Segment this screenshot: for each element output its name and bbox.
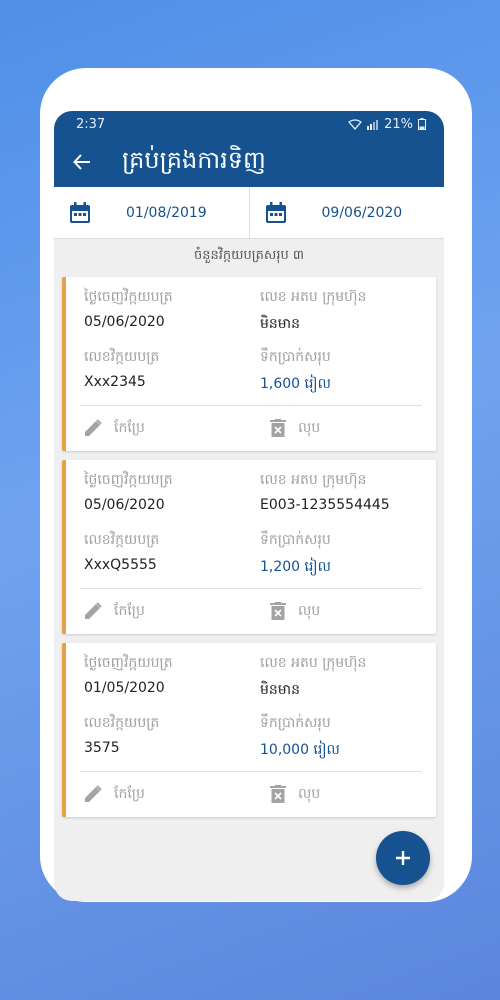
invoice-number-value: 3575 bbox=[84, 740, 120, 756]
delete-button[interactable]: លុប bbox=[270, 596, 320, 626]
total-amount-label: ទឹកប្រាក់សរុប bbox=[260, 715, 331, 731]
invoice-date-value: 05/06/2020 bbox=[84, 314, 165, 330]
invoice-number-label: លេខវិក្កយបត្រ bbox=[84, 349, 160, 365]
total-amount-label: ទឹកប្រាក់សរុប bbox=[260, 532, 331, 548]
invoice-count: ចំនួនវិក្កយបត្រសរុប ៣ bbox=[194, 247, 304, 263]
invoice-card[interactable]: ថ្ងៃចេញវិក្កយបត្រ 01/05/2020 លេខ អតប ក្រ… bbox=[62, 643, 436, 817]
invoice-date-value: 05/06/2020 bbox=[84, 497, 165, 513]
app-bar: 2:37 21% គ្រប់គ្រងការទិញ bbox=[54, 111, 444, 187]
total-amount-label: ទឹកប្រាក់សរុប bbox=[260, 349, 331, 365]
company-vat-label: លេខ អតប ក្រុមហ៊ុន bbox=[260, 472, 367, 488]
trash-icon bbox=[270, 602, 286, 620]
invoice-card[interactable]: ថ្ងៃចេញវិក្កយបត្រ 05/06/2020 លេខ អតប ក្រ… bbox=[62, 460, 436, 634]
date-range-bar: 01/08/2019 09/06/2020 bbox=[54, 187, 444, 239]
edit-label: កែប្រែ bbox=[114, 785, 145, 802]
invoice-number-label: លេខវិក្កយបត្រ bbox=[84, 532, 160, 548]
date-from-value: 01/08/2019 bbox=[126, 204, 207, 221]
invoice-date-label: ថ្ងៃចេញវិក្កយបត្រ bbox=[84, 472, 173, 488]
app-screen: 2:37 21% គ្រប់គ្រងការទិញ 01/08/2019 09/0… bbox=[54, 111, 444, 901]
delete-label: លុប bbox=[298, 785, 321, 802]
delete-button[interactable]: លុប bbox=[270, 413, 320, 443]
invoice-date-label: ថ្ងៃចេញវិក្កយបត្រ bbox=[84, 289, 173, 305]
wifi-icon bbox=[348, 118, 363, 130]
edit-button[interactable]: កែប្រែ bbox=[84, 596, 145, 626]
invoice-date-value: 01/05/2020 bbox=[84, 680, 165, 696]
company-vat-value: E003-1235554445 bbox=[260, 497, 390, 513]
delete-button[interactable]: លុប bbox=[270, 779, 320, 809]
company-vat-value: មិនមាន bbox=[260, 316, 300, 332]
card-divider bbox=[80, 771, 422, 772]
card-divider bbox=[80, 588, 422, 589]
back-button[interactable] bbox=[70, 150, 94, 174]
plus-icon bbox=[396, 851, 410, 865]
calendar-icon bbox=[265, 201, 286, 223]
delete-label: លុប bbox=[298, 419, 321, 436]
trash-icon bbox=[270, 419, 286, 437]
company-vat-label: លេខ អតប ក្រុមហ៊ុន bbox=[260, 289, 367, 305]
company-vat-label: លេខ អតប ក្រុមហ៊ុន bbox=[260, 655, 367, 671]
total-amount-value: 1,200 រៀល bbox=[260, 559, 331, 575]
invoice-number-label: លេខវិក្កយបត្រ bbox=[84, 715, 160, 731]
status-bar: 2:37 21% bbox=[54, 111, 444, 137]
battery-icon bbox=[418, 118, 426, 130]
calendar-icon bbox=[70, 201, 90, 223]
company-vat-value: មិនមាន bbox=[260, 682, 300, 698]
status-time: 2:37 bbox=[76, 116, 106, 132]
trash-icon bbox=[270, 785, 286, 803]
total-amount-value: 10,000 រៀល bbox=[260, 742, 340, 758]
arrow-left-icon bbox=[73, 154, 90, 170]
pencil-icon bbox=[85, 602, 102, 619]
pencil-icon bbox=[85, 785, 102, 802]
edit-label: កែប្រែ bbox=[114, 602, 145, 619]
invoice-number-value: XxxQ5555 bbox=[84, 557, 157, 573]
signal-icon bbox=[367, 119, 379, 130]
invoice-card[interactable]: ថ្ងៃចេញវិក្កយបត្រ 05/06/2020 លេខ អតប ក្រ… bbox=[62, 277, 436, 451]
total-amount-value: 1,600 រៀល bbox=[260, 376, 331, 392]
edit-button[interactable]: កែប្រែ bbox=[84, 413, 145, 443]
card-divider bbox=[80, 405, 422, 406]
date-to-picker[interactable]: 09/06/2020 bbox=[248, 187, 445, 238]
add-invoice-button[interactable] bbox=[376, 831, 430, 885]
pencil-icon bbox=[85, 419, 102, 436]
invoice-number-value: Xxx2345 bbox=[84, 374, 146, 390]
battery-percent: 21% bbox=[384, 116, 413, 132]
date-to-value: 09/06/2020 bbox=[321, 204, 403, 221]
edit-label: កែប្រែ bbox=[114, 419, 145, 436]
edit-button[interactable]: កែប្រែ bbox=[84, 779, 145, 809]
invoice-date-label: ថ្ងៃចេញវិក្កយបត្រ bbox=[84, 655, 173, 671]
page-title: គ្រប់គ្រងការទិញ bbox=[122, 145, 266, 174]
date-from-picker[interactable]: 01/08/2019 bbox=[54, 187, 249, 238]
delete-label: លុប bbox=[298, 602, 321, 619]
